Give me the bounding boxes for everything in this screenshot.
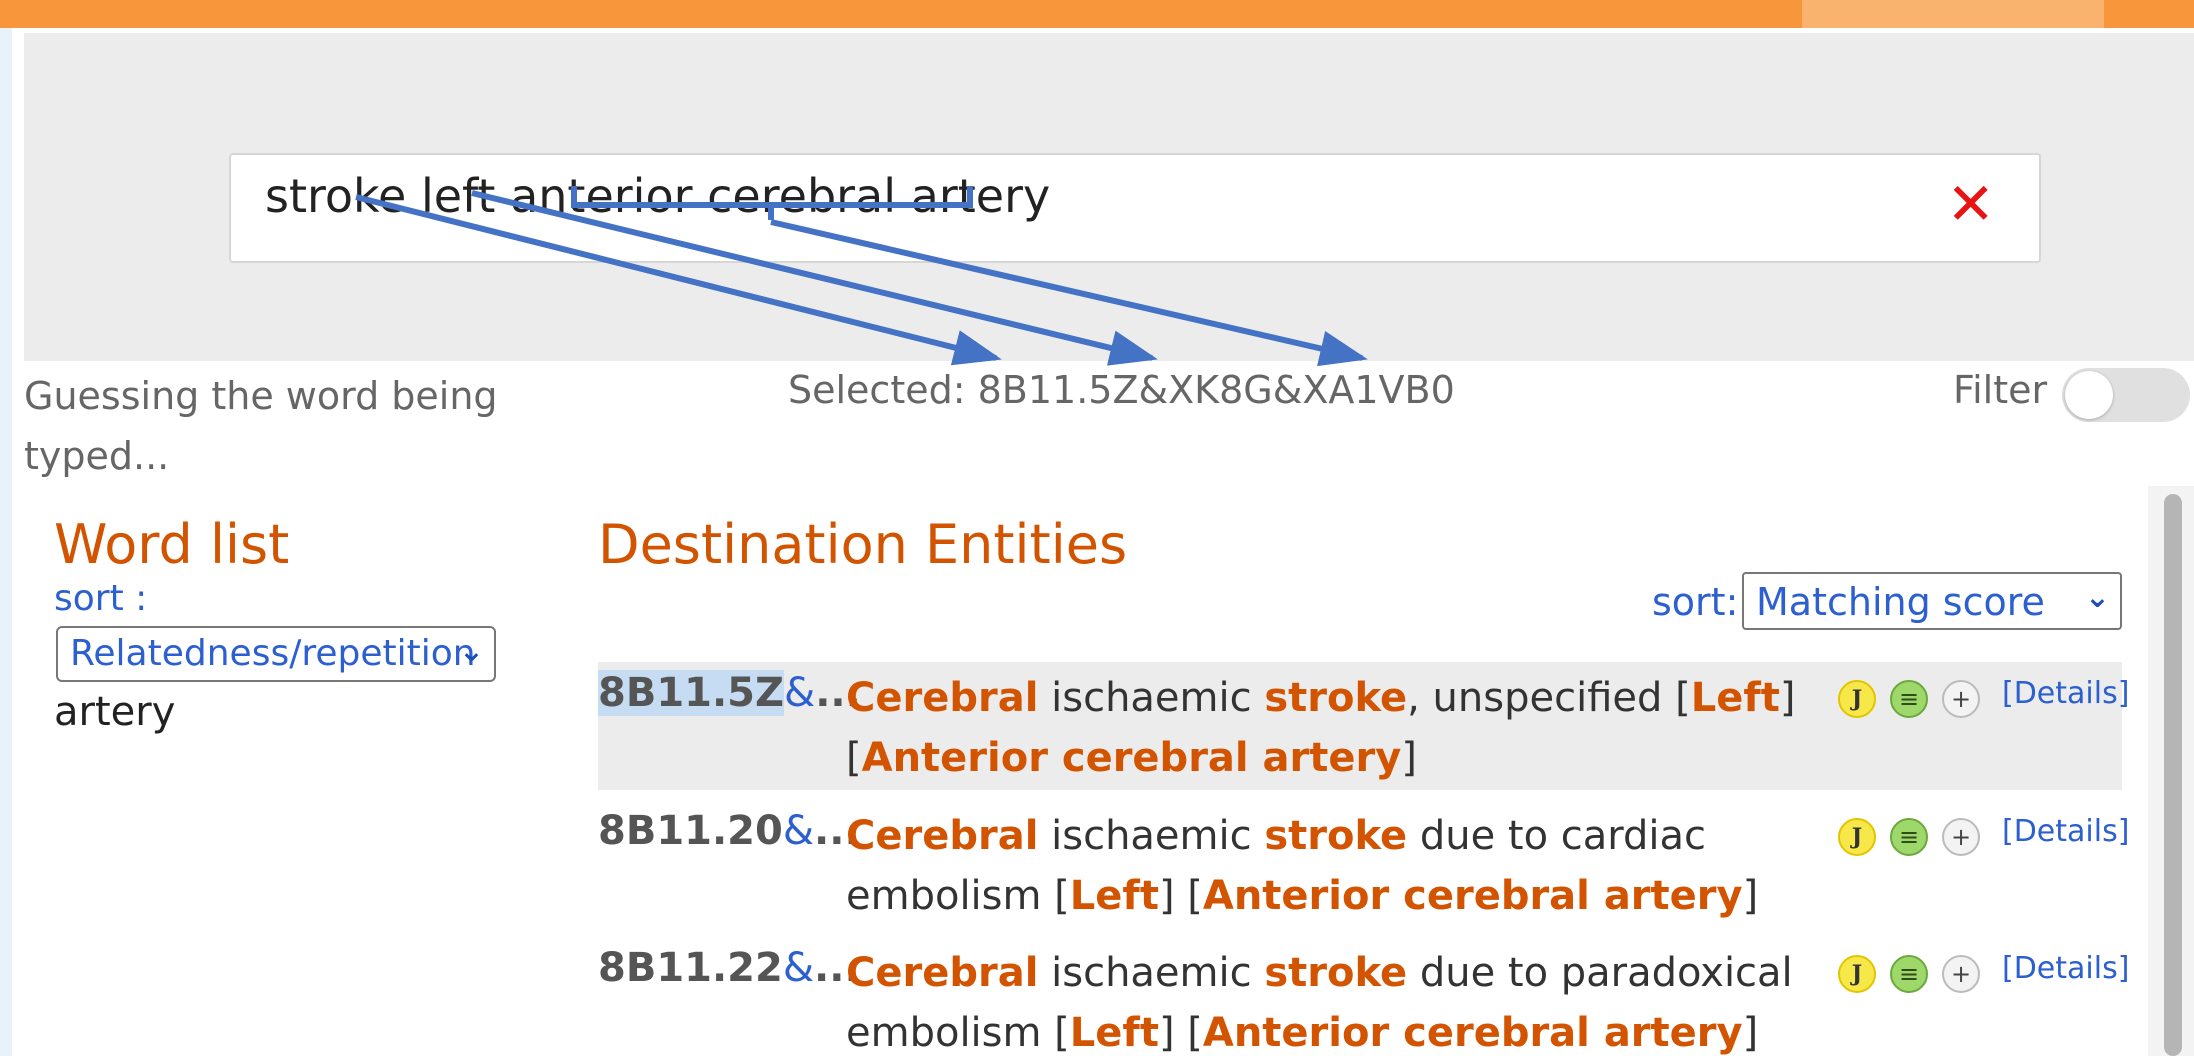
result-title-keyword: Anterior cerebral artery [1202,1010,1743,1056]
result-title-keyword: Cerebral [846,813,1039,859]
result-title-keyword: Anterior cerebral artery [1202,873,1743,919]
result-title-keyword: Cerebral [846,675,1039,721]
result-title-keyword: Anterior cerebral artery [861,735,1402,781]
top-accent-bar [0,0,2194,28]
result-row[interactable]: 8B11.22&... Cerebral ischaemic stroke due… [598,937,2129,1056]
top-accent-bar-highlight [1802,0,2104,28]
result-title-keyword: Cerebral [846,950,1039,996]
result-title-keyword: Left [1690,675,1780,721]
result-title-keyword: Left [1069,1010,1159,1056]
result-code-value: 8B11.20 [598,808,783,854]
details-link[interactable]: [Details] [2002,951,2129,986]
word-list-sort-label: sort : [54,578,148,619]
word-list-sort-value: Relatedness/repetition [70,633,476,674]
plus-icon[interactable]: + [1942,955,1980,993]
result-title-text: ] [1401,735,1417,781]
result-row[interactable]: 8B11.5Z&... Cerebral ischaemic stroke, un… [598,662,2129,790]
result-title-text: ] [ [1158,1010,1203,1056]
result-code-amp: & [782,945,815,991]
list-icon[interactable]: ≡ [1890,680,1928,718]
list-icon[interactable]: ≡ [1890,818,1928,856]
search-panel: stroke left anterior cerebral artery ✕ [24,33,2194,361]
result-title-text: ] [ [1158,873,1203,919]
result-title-keyword: stroke [1264,675,1408,721]
result-title[interactable]: Cerebral ischaemic stroke due to paradox… [846,943,1796,1056]
filter-toggle-knob [2065,371,2113,419]
word-list-sort-select[interactable]: Relatedness/repetition ⌄ [56,626,496,682]
destination-entities-heading: Destination Entities [598,513,1128,576]
selected-code-label: Selected: 8B11.5Z&XK8G&XA1VB0 [788,368,1455,412]
j-icon[interactable]: J [1838,680,1876,718]
plus-icon[interactable]: + [1942,818,1980,856]
filter-label: Filter [1953,368,2048,412]
details-link[interactable]: [Details] [2002,814,2129,849]
word-list-item[interactable]: artery [54,689,175,735]
result-title-keyword: Left [1069,873,1159,919]
result-code-value: 8B11.5Z [598,670,785,716]
search-input[interactable]: stroke left anterior cerebral artery ✕ [229,153,2041,263]
destination-sort-value: Matching score [1756,580,2045,624]
result-title-text: , unspecified [ [1407,675,1691,721]
result-title-text: ischaemic [1038,813,1265,859]
result-code-amp: & [782,808,815,854]
result-code-value: 8B11.22 [598,945,783,991]
result-row[interactable]: 8B11.20&... Cerebral ischaemic stroke due… [598,800,2129,928]
word-list-heading: Word list [54,513,290,576]
search-input-value[interactable]: stroke left anterior cerebral artery [265,169,1050,223]
j-icon[interactable]: J [1838,955,1876,993]
result-code[interactable]: 8B11.22&... [598,945,860,991]
result-code[interactable]: 8B11.20&... [598,808,860,854]
list-icon[interactable]: ≡ [1890,955,1928,993]
plus-icon[interactable]: + [1942,680,1980,718]
close-icon[interactable]: ✕ [1946,175,1995,233]
result-title[interactable]: Cerebral ischaemic stroke due to cardiac… [846,806,1796,926]
result-title[interactable]: Cerebral ischaemic stroke, unspecified [… [846,668,1796,788]
chevron-down-icon: ⌄ [2084,580,2110,615]
destination-sort-label: sort: [1652,580,1739,624]
result-title-keyword: stroke [1264,950,1408,996]
result-title-text: ischaemic [1038,950,1265,996]
j-icon[interactable]: J [1838,818,1876,856]
chevron-down-icon: ⌄ [458,634,484,669]
result-title-keyword: stroke [1264,813,1408,859]
destination-sort-select[interactable]: Matching score ⌄ [1742,572,2122,630]
details-link[interactable]: [Details] [2002,676,2129,711]
filter-toggle[interactable] [2062,368,2190,422]
result-title-text: ischaemic [1038,675,1265,721]
result-code[interactable]: 8B11.5Z&... [598,670,861,716]
guessing-status: Guessing the word being typed... [24,374,498,478]
scrollbar-thumb[interactable] [2164,494,2182,1056]
result-title-text: ] [1742,873,1759,919]
result-code-amp: & [784,670,816,716]
results-scrollbar[interactable] [2148,486,2194,1056]
result-title-text: ] [1742,1010,1759,1056]
